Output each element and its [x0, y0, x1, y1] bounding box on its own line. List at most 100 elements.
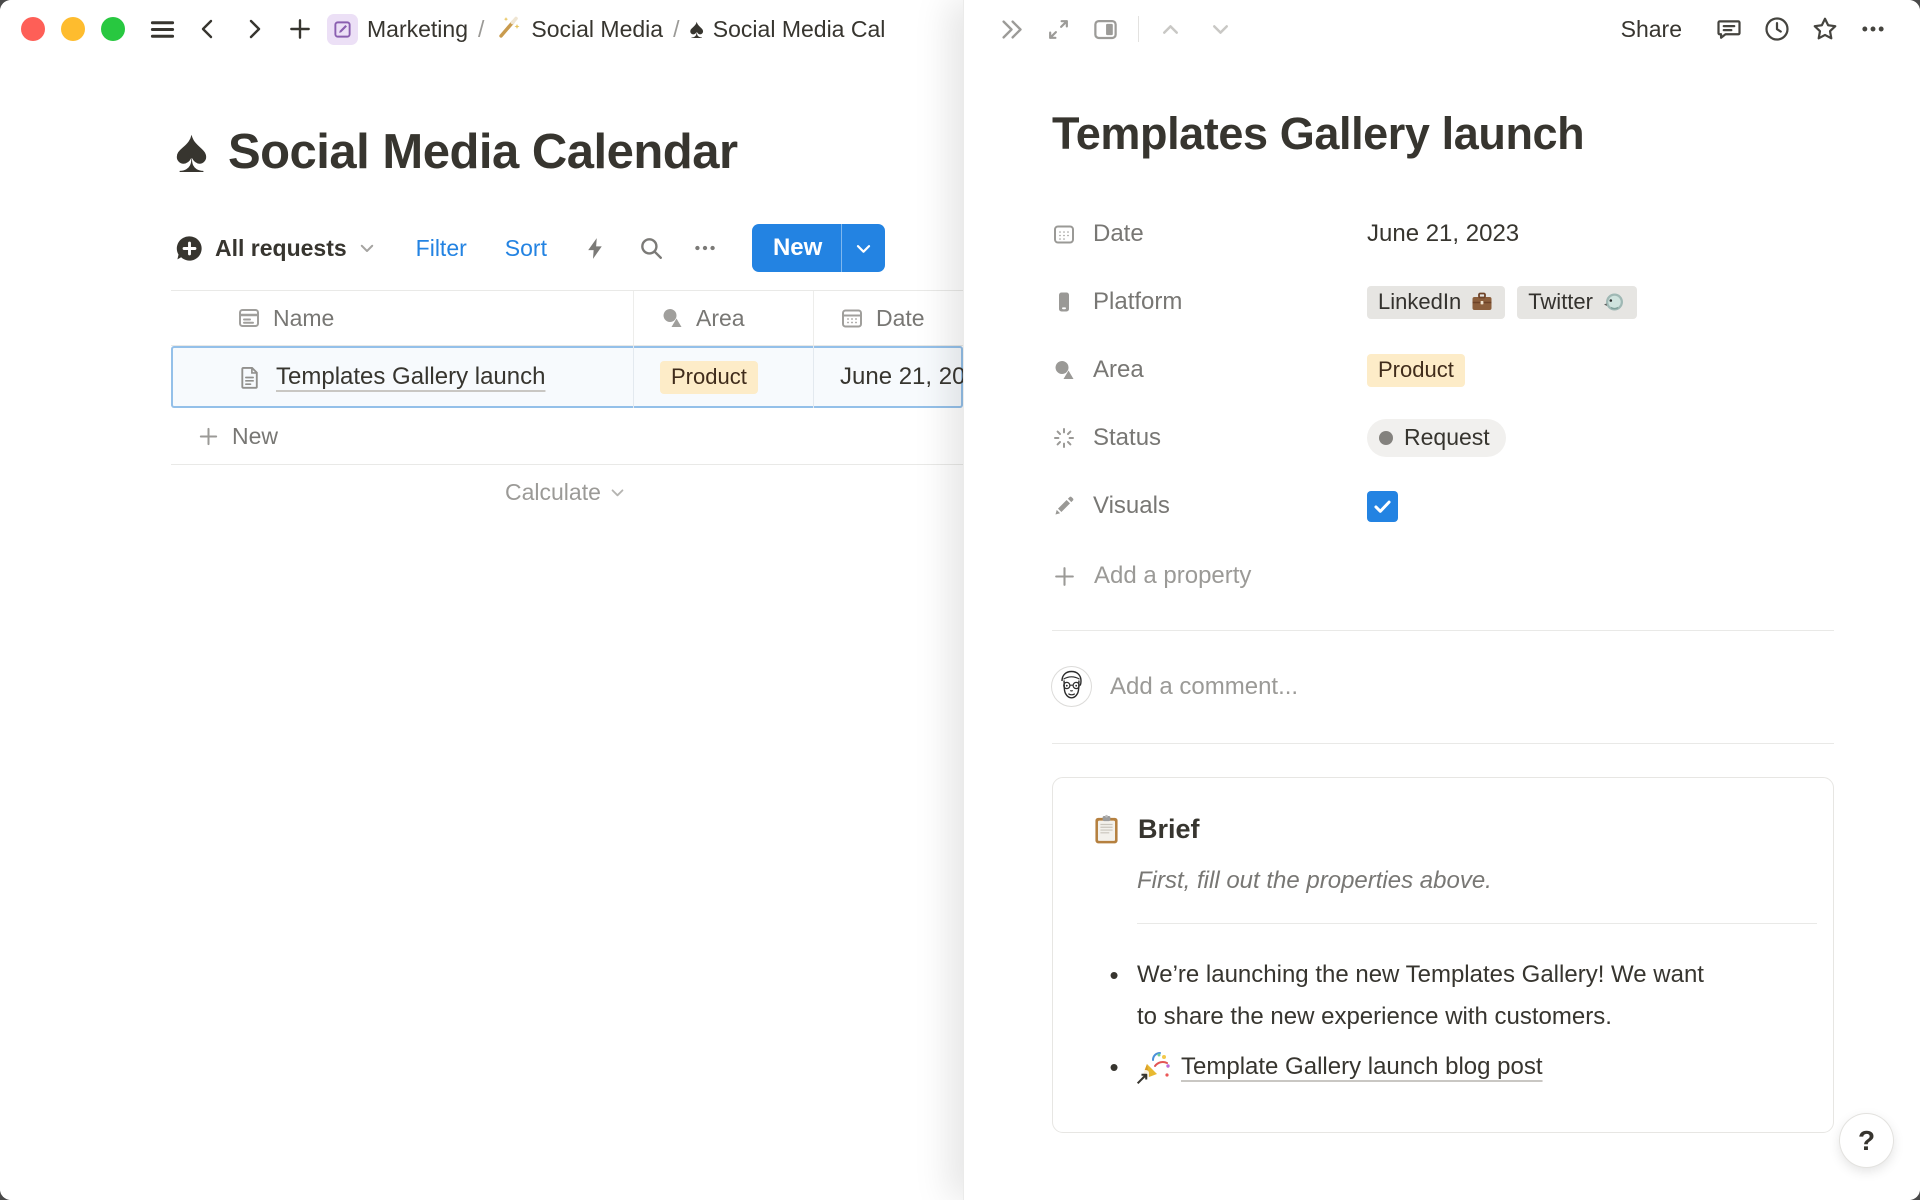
blog-post-page-link[interactable]: Template Gallery launch blog post [1181, 1046, 1543, 1088]
property-value-visuals[interactable] [1367, 491, 1398, 522]
close-window-button[interactable] [21, 17, 45, 41]
visuals-checkbox-checked[interactable] [1367, 491, 1398, 522]
comments-icon[interactable] [1710, 10, 1748, 48]
property-value-area[interactable]: Product [1367, 354, 1465, 387]
user-avatar [1052, 667, 1091, 706]
property-row-platform: Platform LinkedIn Twitter [1052, 268, 1834, 336]
toolbar-divider [1138, 16, 1139, 42]
breadcrumb-item-marketing[interactable]: Marketing [327, 14, 468, 45]
view-label: All requests [215, 235, 347, 262]
table-new-row-button[interactable]: New [171, 408, 963, 464]
updates-clock-icon[interactable] [1758, 10, 1796, 48]
column-header-area[interactable]: Area [634, 291, 814, 345]
breadcrumb-item-social-media[interactable]: Social Media [494, 12, 663, 46]
favorite-star-icon[interactable] [1806, 10, 1844, 48]
cell-area[interactable]: Product [634, 346, 814, 408]
bullet-text: We’re launching the new Templates Galler… [1137, 954, 1715, 1038]
cell-name[interactable]: Templates Gallery launch [171, 346, 634, 408]
more-options-icon[interactable] [692, 235, 718, 261]
brief-title[interactable]: Brief [1138, 814, 1200, 845]
nav-forward-icon[interactable] [235, 10, 273, 48]
side-peek-toggle-icon[interactable] [1086, 10, 1124, 48]
property-value-platform[interactable]: LinkedIn Twitter [1367, 286, 1637, 319]
page-more-options-icon[interactable] [1854, 10, 1892, 48]
previous-page-icon[interactable] [1151, 10, 1189, 48]
new-row-label: New [232, 423, 278, 450]
brief-hint-text[interactable]: First, fill out the properties above. [1137, 867, 1807, 895]
bullet-item[interactable]: • ↗ Template Gallery launch blog post [1091, 1046, 1807, 1088]
property-value-status[interactable]: Request [1367, 419, 1506, 457]
status-spinner-icon [1052, 426, 1076, 450]
peek-page-title[interactable]: Templates Gallery launch [1052, 108, 1834, 160]
expand-full-page-icon[interactable] [1039, 10, 1077, 48]
page-title[interactable]: Social Media Calendar [228, 124, 738, 180]
chevron-down-icon [854, 239, 873, 258]
plus-icon [1052, 564, 1077, 589]
property-label-status[interactable]: Status [1052, 424, 1367, 452]
calculate-label: Calculate [505, 479, 601, 506]
property-label-area[interactable]: Area [1052, 356, 1367, 384]
chevron-down-icon [358, 239, 376, 257]
new-button-group: New [752, 224, 885, 272]
select-property-icon [1052, 358, 1076, 382]
help-button[interactable]: ? [1840, 1114, 1893, 1167]
new-button-dropdown[interactable] [842, 224, 885, 272]
close-peek-icon[interactable] [992, 10, 1030, 48]
view-tab-all-requests[interactable]: All requests [175, 234, 376, 263]
property-label-visuals[interactable]: Visuals [1052, 492, 1367, 520]
add-property-button[interactable]: Add a property [1052, 546, 1834, 606]
row-page-title[interactable]: Templates Gallery launch [276, 363, 545, 391]
breadcrumb-item-social-media-calendar[interactable]: ♠ Social Media Cal [689, 16, 885, 43]
platform-tag-twitter[interactable]: Twitter [1517, 286, 1637, 319]
search-icon[interactable] [638, 235, 664, 261]
add-comment-row[interactable]: Add a comment... [1052, 631, 1834, 743]
calendar-icon [840, 306, 864, 330]
column-label: Area [696, 305, 745, 332]
property-label: Area [1093, 356, 1144, 384]
brief-header: Brief [1091, 814, 1807, 845]
property-value-date[interactable]: June 21, 2023 [1367, 220, 1519, 248]
traffic-lights [21, 17, 125, 41]
cell-date[interactable]: June 21, 2023 [814, 346, 963, 408]
platform-tag-linkedin[interactable]: LinkedIn [1367, 286, 1505, 319]
column-header-date[interactable]: Date [814, 291, 963, 345]
plus-icon [197, 425, 220, 448]
property-label-date[interactable]: Date [1052, 220, 1367, 248]
memo-icon [327, 14, 358, 45]
new-button[interactable]: New [752, 224, 841, 272]
status-pill[interactable]: Request [1367, 419, 1506, 457]
column-header-name[interactable]: Name [171, 291, 634, 345]
notion-window: Marketing / Social Media / ♠ Social Medi… [0, 0, 1920, 1200]
property-label-platform[interactable]: Platform [1052, 288, 1367, 316]
pen-icon [1052, 494, 1076, 518]
share-button[interactable]: Share [1611, 12, 1692, 47]
bullet-item[interactable]: • We’re launching the new Templates Gall… [1091, 954, 1807, 1038]
zoom-window-button[interactable] [101, 17, 125, 41]
area-tag-product[interactable]: Product [1367, 354, 1465, 387]
clipboard-icon [1091, 814, 1122, 845]
add-property-label: Add a property [1094, 562, 1251, 590]
section-divider [1052, 743, 1834, 744]
next-page-icon[interactable] [1201, 10, 1239, 48]
breadcrumb-separator: / [673, 16, 679, 43]
page-icon-spade[interactable]: ♠ [175, 121, 208, 183]
table-row-templates-gallery-launch[interactable]: Templates Gallery launch Product June 21… [171, 346, 963, 408]
status-label: Request [1404, 424, 1490, 451]
filter-button[interactable]: Filter [416, 235, 467, 262]
sidebar-menu-icon[interactable] [143, 10, 181, 48]
nav-back-icon[interactable] [189, 10, 227, 48]
area-tag-product[interactable]: Product [660, 361, 758, 394]
select-property-icon [660, 306, 684, 330]
sort-button[interactable]: Sort [505, 235, 547, 262]
new-page-icon[interactable] [281, 10, 319, 48]
page-peek-panel: Share Templates Gallery launch [963, 0, 1920, 1200]
automations-bolt-icon[interactable] [583, 236, 608, 261]
briefcase-icon [1470, 290, 1494, 314]
database-table: Name Area Date Templates Gallery launch [171, 290, 963, 520]
check-icon [1372, 496, 1393, 517]
calculate-button[interactable]: Calculate [505, 479, 626, 506]
brief-bullet-list: • We’re launching the new Templates Gall… [1091, 954, 1807, 1088]
property-label: Date [1093, 220, 1144, 248]
party-popper-icon: ↗ [1137, 1050, 1171, 1084]
minimize-window-button[interactable] [61, 17, 85, 41]
